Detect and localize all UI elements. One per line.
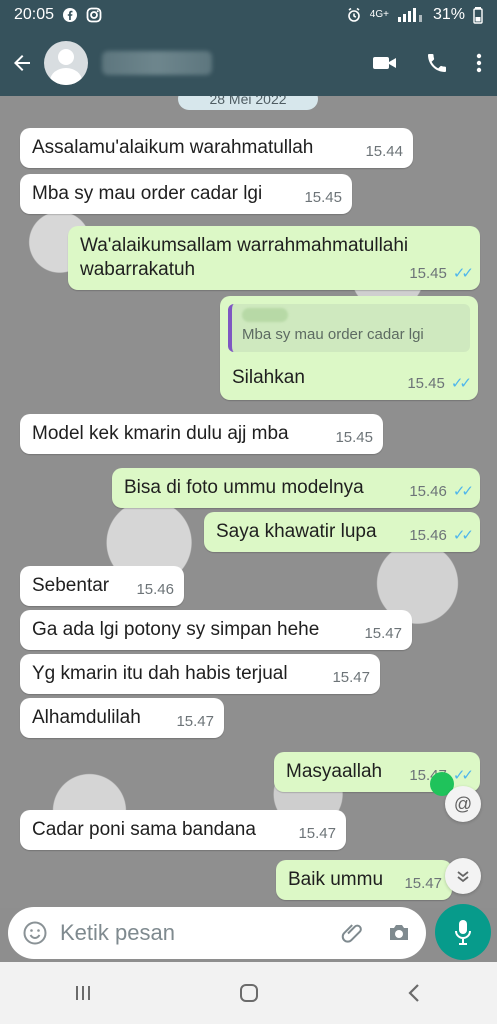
date-chip: 28 Mei 2022 bbox=[178, 96, 318, 110]
status-right: 4G+ 31% bbox=[346, 6, 483, 24]
outgoing-reply-message[interactable]: Mba sy mau order cadar lgi Silahkan 15.4… bbox=[220, 296, 478, 400]
message-text: Model kek kmarin dulu ajj mba bbox=[32, 423, 289, 444]
android-navigation-bar bbox=[0, 962, 497, 1024]
message-text: Masyaallah bbox=[286, 761, 383, 782]
message-text: Cadar poni sama bandana bbox=[32, 819, 256, 840]
message-time: 15.47 bbox=[404, 875, 442, 892]
attach-icon[interactable] bbox=[340, 921, 364, 945]
chat-area[interactable]: 28 Mei 2022 Assalamu'alaikum warahmatull… bbox=[0, 96, 497, 908]
contact-avatar[interactable] bbox=[44, 41, 88, 85]
message-input[interactable]: Ketik pesan bbox=[60, 920, 175, 946]
read-receipt-icon: ✓✓ bbox=[450, 375, 472, 392]
status-left: 20:05 bbox=[14, 6, 102, 24]
composer-actions bbox=[340, 921, 412, 945]
message-text: Wa'alaikumsallam warrahmahmatullahi waba… bbox=[80, 235, 409, 280]
mention-icon[interactable]: @ bbox=[445, 786, 481, 822]
message-time: 15.47 bbox=[298, 825, 336, 842]
message-time: 15.47 bbox=[332, 669, 370, 686]
network-type: 4G+ bbox=[369, 9, 389, 20]
message-time: 15.45 bbox=[304, 189, 342, 206]
message-time: 15.46 ✓✓ bbox=[409, 527, 474, 544]
incoming-message[interactable]: Cadar poni sama bandana 15.47 bbox=[20, 810, 346, 850]
microphone-icon bbox=[452, 918, 474, 946]
outgoing-message[interactable]: Bisa di foto ummu modelnya 15.46 ✓✓ bbox=[112, 468, 480, 508]
incoming-message[interactable]: Model kek kmarin dulu ajj mba 15.45 bbox=[20, 414, 383, 454]
message-text: Yg kmarin itu dah habis terjual bbox=[32, 663, 288, 684]
read-receipt-icon: ✓✓ bbox=[452, 483, 474, 500]
incoming-message[interactable]: Sebentar 15.46 bbox=[20, 566, 184, 606]
incoming-message[interactable]: Ga ada lgi potony sy simpan hehe 15.47 bbox=[20, 610, 412, 650]
alarm-icon bbox=[346, 7, 362, 23]
status-time: 20:05 bbox=[14, 6, 55, 23]
incoming-message[interactable]: Mba sy mau order cadar lgi 15.45 bbox=[20, 174, 352, 214]
quoted-text: Mba sy mau order cadar lgi bbox=[242, 326, 424, 343]
quoted-author-redacted bbox=[242, 308, 288, 322]
outgoing-message[interactable]: Baik ummu 15.47 bbox=[276, 860, 452, 900]
camera-icon[interactable] bbox=[386, 922, 412, 944]
more-options-icon[interactable] bbox=[475, 51, 483, 75]
header-actions bbox=[371, 51, 483, 75]
message-time: 15.47 bbox=[364, 625, 402, 642]
read-receipt-icon: ✓✓ bbox=[452, 767, 474, 784]
message-composer[interactable]: Ketik pesan bbox=[8, 907, 426, 959]
battery-icon bbox=[473, 6, 483, 24]
message-time: 15.47 bbox=[176, 713, 214, 730]
status-bar: 20:05 4G+ 31% bbox=[0, 0, 497, 30]
message-time: 15.45 ✓✓ bbox=[407, 375, 472, 392]
incoming-message[interactable]: Assalamu'alaikum warahmatullah 15.44 bbox=[20, 128, 413, 168]
home-icon[interactable] bbox=[238, 982, 260, 1004]
message-text: Bisa di foto ummu modelnya bbox=[124, 477, 364, 498]
message-time: 15.46 bbox=[136, 581, 174, 598]
message-text: Alhamdulilah bbox=[32, 707, 141, 728]
scroll-down-icon[interactable] bbox=[445, 858, 481, 894]
read-receipt-icon: ✓✓ bbox=[452, 265, 474, 282]
message-time: 15.44 bbox=[365, 143, 403, 160]
instagram-icon bbox=[86, 7, 102, 23]
quoted-message[interactable]: Mba sy mau order cadar lgi bbox=[228, 304, 470, 352]
incoming-message[interactable]: Yg kmarin itu dah habis terjual 15.47 bbox=[20, 654, 380, 694]
message-time: 15.46 ✓✓ bbox=[409, 483, 474, 500]
message-text: Saya khawatir lupa bbox=[216, 521, 377, 542]
message-text: Ga ada lgi potony sy simpan hehe bbox=[32, 619, 320, 640]
chat-header bbox=[0, 30, 497, 96]
contact-name-redacted[interactable] bbox=[102, 51, 212, 75]
incoming-message[interactable]: Alhamdulilah 15.47 bbox=[20, 698, 224, 738]
microphone-button[interactable] bbox=[435, 904, 491, 960]
message-time: 15.45 bbox=[335, 429, 373, 446]
outgoing-message[interactable]: Wa'alaikumsallam warrahmahmatullahi waba… bbox=[68, 226, 480, 290]
battery-percent: 31% bbox=[432, 6, 465, 23]
emoji-icon[interactable] bbox=[22, 920, 48, 946]
message-text: Sebentar bbox=[32, 575, 110, 596]
outgoing-message[interactable]: Saya khawatir lupa 15.46 ✓✓ bbox=[204, 512, 480, 552]
message-text: Silahkan bbox=[232, 367, 305, 388]
message-text: Mba sy mau order cadar lgi bbox=[32, 183, 263, 204]
signal-icon bbox=[397, 7, 425, 23]
facebook-icon bbox=[62, 7, 78, 23]
phone-call-icon[interactable] bbox=[425, 51, 449, 75]
video-call-icon[interactable] bbox=[371, 53, 399, 73]
message-text: Baik ummu bbox=[288, 869, 384, 890]
back-arrow-icon[interactable] bbox=[10, 51, 34, 75]
message-time: 15.45 ✓✓ bbox=[409, 265, 474, 282]
read-receipt-icon: ✓✓ bbox=[452, 527, 474, 544]
back-nav-icon[interactable] bbox=[406, 983, 424, 1003]
recent-apps-icon[interactable] bbox=[73, 983, 93, 1003]
message-text: Assalamu'alaikum warahmatullah bbox=[32, 137, 314, 158]
